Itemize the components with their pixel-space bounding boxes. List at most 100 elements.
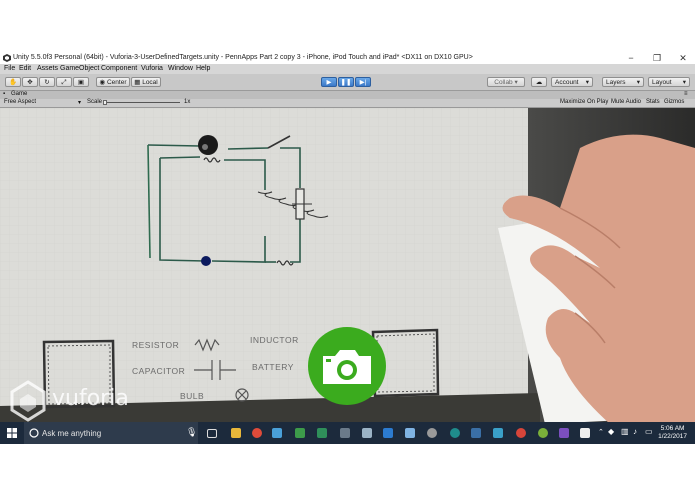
file-explorer-icon[interactable] xyxy=(231,428,241,438)
scale-slider-thumb[interactable] xyxy=(103,100,107,105)
photos-icon[interactable] xyxy=(272,428,282,438)
search-placeholder: Ask me anything xyxy=(42,429,102,438)
taskbar-clock[interactable]: 5:06 AM 1/22/2017 xyxy=(658,425,687,441)
stats-toggle[interactable]: Stats xyxy=(646,99,660,105)
app-icon-2[interactable] xyxy=(383,428,393,438)
probe-ball-icon xyxy=(198,135,218,155)
arduino-icon[interactable] xyxy=(450,428,460,438)
maximize-button[interactable]: ❐ xyxy=(648,52,666,64)
cloud-button[interactable]: ☁ xyxy=(531,77,547,87)
move-icon: ✥ xyxy=(27,79,33,86)
chrome-icon[interactable] xyxy=(252,428,262,438)
layout-label: Layout xyxy=(652,79,672,86)
game-view-icon: ▪ xyxy=(3,91,6,97)
pause-icon: ❚❚ xyxy=(340,79,352,86)
pivot-center-button[interactable]: ◉ Center xyxy=(96,77,130,87)
camera-capture-button[interactable] xyxy=(308,327,386,405)
tab-menu-icon[interactable]: ≡ xyxy=(684,91,688,97)
cloud-icon: ☁ xyxy=(535,79,543,86)
minimize-button[interactable]: − xyxy=(622,52,640,64)
app-icon-7[interactable] xyxy=(516,428,526,438)
collab-button[interactable]: Collab ▾ xyxy=(487,77,525,87)
account-dropdown[interactable]: Account ▾ xyxy=(551,77,593,87)
unity-logo-icon xyxy=(3,54,11,62)
microphone-icon[interactable]: 🎙 xyxy=(186,427,197,438)
scale-tool-button[interactable]: ⤢ xyxy=(56,77,72,87)
app-icon-5[interactable] xyxy=(471,428,481,438)
windows-start-icon[interactable] xyxy=(7,428,17,438)
hand-icon: ✋ xyxy=(8,79,18,86)
clock-time: 5:06 AM xyxy=(660,425,685,432)
vuforia-watermark: vuforia xyxy=(52,386,129,411)
pivot-icon: ◉ xyxy=(99,79,106,86)
hand-tool-button[interactable]: ✋ xyxy=(5,77,21,87)
windows-taskbar: Ask me anything 🎙 ⌃ ◆ ▥ ♪ ▭ 5:06 AM 1/22… xyxy=(0,422,695,444)
java-icon[interactable] xyxy=(317,428,327,438)
rect-tool-button[interactable]: ▣ xyxy=(73,77,89,87)
rotate-icon: ↻ xyxy=(44,79,50,86)
app-icon-6[interactable] xyxy=(493,428,503,438)
rotate-tool-button[interactable]: ↻ xyxy=(39,77,55,87)
menu-component[interactable]: Component xyxy=(101,65,137,72)
chevron-down-icon: ▾ xyxy=(636,79,640,86)
battery-icon[interactable]: ▭ xyxy=(645,427,653,436)
maximize-on-play-toggle[interactable]: Maximize On Play xyxy=(560,99,608,105)
menu-gameobject[interactable]: GameObject xyxy=(60,65,99,72)
camera-feed xyxy=(0,108,695,424)
legend-inductor-label: INDUCTOR xyxy=(250,335,299,345)
volume-icon[interactable]: ♪ xyxy=(633,427,637,436)
game-viewport[interactable]: RESISTOR INDUCTOR CAPACITOR BATTERY BULB… xyxy=(0,108,695,424)
legend-capacitor-label: CAPACITOR xyxy=(132,366,186,376)
app-icon-4[interactable] xyxy=(427,428,437,438)
step-icon: ▶| xyxy=(359,79,367,86)
menu-edit[interactable]: Edit xyxy=(19,65,31,72)
account-label: Account xyxy=(555,79,579,86)
network-icon[interactable]: ▥ xyxy=(621,427,629,436)
probe-ball-highlight xyxy=(202,144,208,150)
legend-battery-label: BATTERY xyxy=(252,362,294,372)
menu-file[interactable]: File xyxy=(4,65,15,72)
app-icon-1[interactable] xyxy=(362,428,372,438)
unity-window: Unity 5.5.0f3 Personal (64bit) - Vuforia… xyxy=(0,52,695,444)
legend-resistor-label: RESISTOR xyxy=(132,340,180,350)
scale-value: 1x xyxy=(184,99,191,105)
space-label: Local xyxy=(142,79,158,86)
task-view-icon[interactable] xyxy=(207,429,217,438)
unity-taskbar-icon[interactable] xyxy=(580,428,590,438)
android-icon[interactable] xyxy=(538,428,548,438)
steam-icon[interactable] xyxy=(340,428,350,438)
move-tool-button[interactable]: ✥ xyxy=(22,77,38,87)
gizmos-dropdown[interactable]: Gizmos xyxy=(664,99,684,105)
play-button[interactable]: ▶ xyxy=(321,77,337,87)
mute-audio-toggle[interactable]: Mute Audio xyxy=(611,99,641,105)
game-tab[interactable]: Game xyxy=(11,91,27,97)
window-title: Unity 5.5.0f3 Personal (64bit) - Vuforia… xyxy=(13,54,473,61)
pivot-label: Center xyxy=(106,79,127,86)
menu-assets[interactable]: Assets xyxy=(37,65,58,72)
menu-help[interactable]: Help xyxy=(196,65,210,72)
pause-button[interactable]: ❚❚ xyxy=(338,77,354,87)
main-toolbar: ✋ ✥ ↻ ⤢ ▣ ◉ Center ▦ Local ▶ ❚❚ ▶| Colla… xyxy=(0,74,695,91)
scale-slider[interactable] xyxy=(104,102,180,103)
dropbox-icon[interactable]: ◆ xyxy=(608,427,614,436)
visual-studio-icon[interactable] xyxy=(559,428,569,438)
cortana-search-box[interactable]: Ask me anything 🎙 xyxy=(24,422,198,444)
app-icon-3[interactable] xyxy=(405,428,415,438)
step-button[interactable]: ▶| xyxy=(355,77,371,87)
menu-vuforia[interactable]: Vuforia xyxy=(141,65,163,72)
layers-label: Layers xyxy=(606,79,626,86)
close-button[interactable]: ✕ xyxy=(674,52,692,64)
game-view-toolbar: Free Aspect ▾ Scale 1x Maximize On Play … xyxy=(0,99,695,108)
chevron-down-icon: ▾ xyxy=(682,79,686,86)
menu-window[interactable]: Window xyxy=(168,65,193,72)
layers-dropdown[interactable]: Layers ▾ xyxy=(602,77,644,87)
play-icon: ▶ xyxy=(326,79,332,86)
chevron-down-icon: ▾ xyxy=(78,100,82,106)
aspect-dropdown[interactable]: Free Aspect xyxy=(4,99,36,105)
space-local-button[interactable]: ▦ Local xyxy=(131,77,161,87)
tray-chevron-icon[interactable]: ⌃ xyxy=(598,428,604,436)
notepad-plus-icon[interactable] xyxy=(295,428,305,438)
chevron-down-icon: ▾ xyxy=(585,79,589,86)
game-tab-bar: ▪ Game ≡ xyxy=(0,91,695,99)
layout-dropdown[interactable]: Layout ▾ xyxy=(648,77,690,87)
